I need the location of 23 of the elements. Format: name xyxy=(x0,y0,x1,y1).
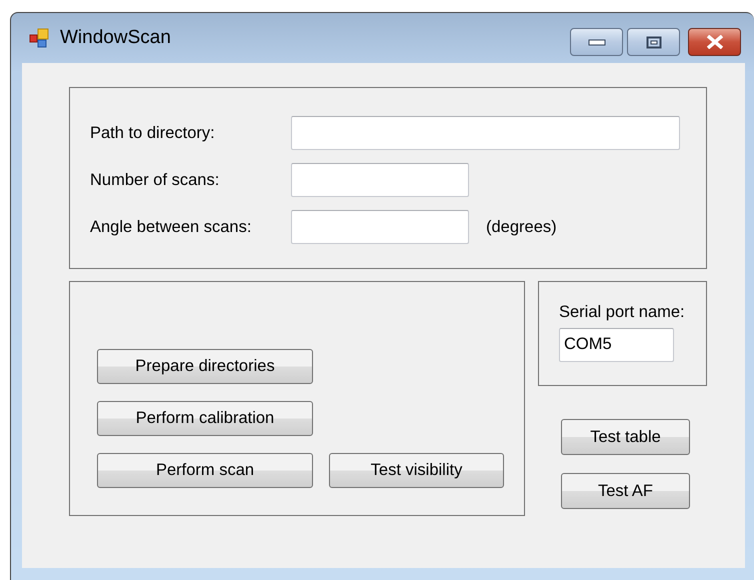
action-button[interactable]: Perform scan xyxy=(97,453,313,488)
input-field[interactable] xyxy=(291,116,680,150)
field-label: Serial port name: xyxy=(559,302,686,323)
test-button[interactable]: Test AF xyxy=(561,473,690,509)
minimize-icon xyxy=(588,38,606,46)
action-button[interactable]: Perform calibration xyxy=(97,401,313,436)
minimize-button[interactable] xyxy=(570,28,623,56)
close-icon xyxy=(706,35,724,49)
unit-label: (degrees) xyxy=(486,216,557,238)
close-button[interactable] xyxy=(688,28,741,56)
test-button[interactable]: Test table xyxy=(561,419,690,455)
field-label: Number of scans: xyxy=(90,170,220,191)
maximize-icon xyxy=(646,36,662,48)
field-label: Path to directory: xyxy=(90,122,216,144)
action-button[interactable]: Test visibility xyxy=(329,453,504,488)
field-label: Angle between scans: xyxy=(90,216,252,238)
input-field[interactable] xyxy=(291,163,469,197)
app-icon xyxy=(29,28,50,48)
action-button[interactable]: Prepare directories xyxy=(97,349,313,384)
window-title: WindowScan xyxy=(60,26,171,50)
input-field[interactable]: COM5 xyxy=(559,328,674,362)
input-field[interactable] xyxy=(291,210,469,244)
maximize-button[interactable] xyxy=(627,28,680,56)
